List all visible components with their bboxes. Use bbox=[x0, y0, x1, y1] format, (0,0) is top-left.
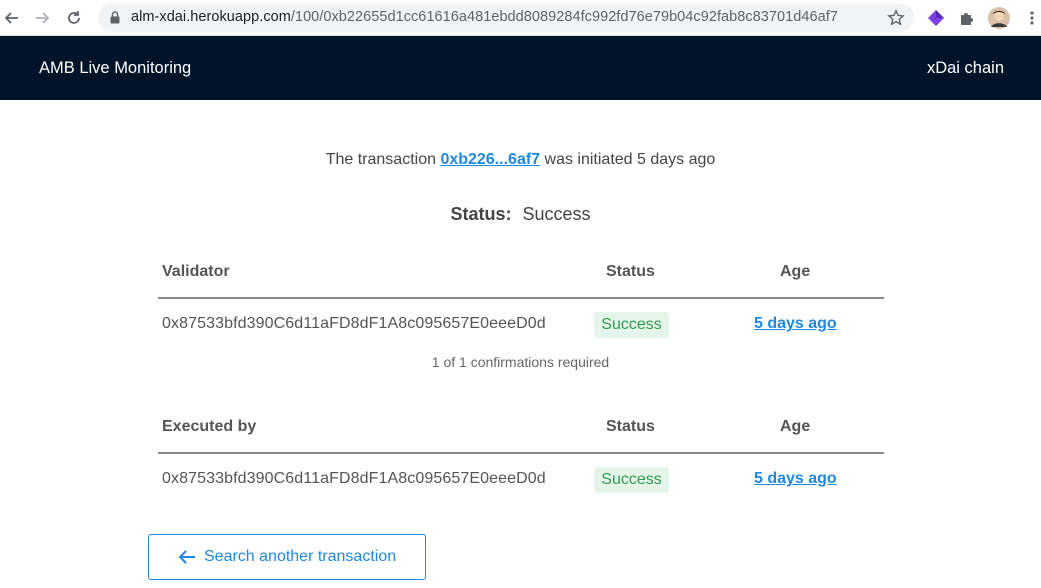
search-another-transaction-button[interactable]: Search another transaction bbox=[148, 534, 426, 580]
summary-prefix: The transaction bbox=[325, 151, 436, 168]
url-path: /100/0xb22655d1cc61616a481ebdd8089284fc9… bbox=[290, 9, 838, 25]
executor-address: 0x87533bfd390C6d11aFD8dF1A8c095657E0eeeD… bbox=[162, 470, 546, 487]
extensions-menu-button[interactable] bbox=[956, 7, 978, 29]
column-header-status: Status bbox=[606, 418, 655, 435]
search-button-label: Search another transaction bbox=[204, 548, 397, 565]
profile-button[interactable] bbox=[988, 7, 1010, 29]
status-value: Success bbox=[522, 204, 591, 224]
table-row: 0x87533bfd390C6d11aFD8dF1A8c095657E0eeeD… bbox=[158, 299, 884, 351]
status-badge: Success bbox=[594, 312, 669, 338]
column-header-executed-by: Executed by bbox=[162, 418, 257, 435]
url-host: alm-xdai.herokuapp.com bbox=[131, 9, 291, 25]
diamond-icon bbox=[928, 10, 944, 26]
table-header: Executed by Status Age bbox=[158, 410, 884, 454]
app-title[interactable]: AMB Live Monitoring bbox=[39, 59, 191, 78]
avatar bbox=[988, 7, 1010, 29]
arrow-left-icon bbox=[178, 550, 195, 564]
extension-button[interactable] bbox=[925, 7, 947, 29]
star-icon[interactable] bbox=[887, 9, 905, 27]
status-badge: Success bbox=[594, 467, 669, 493]
puzzle-icon bbox=[961, 13, 973, 25]
reload-icon bbox=[68, 11, 80, 24]
validators-table: Validator Status Age 0x87533bfd390C6d11a… bbox=[158, 255, 884, 351]
status-label: Status: bbox=[450, 204, 512, 224]
column-header-validator: Validator bbox=[162, 263, 230, 280]
reload-button[interactable] bbox=[62, 6, 86, 30]
chain-name: xDai chain bbox=[926, 59, 1004, 77]
summary-suffix: was initiated 5 days ago bbox=[544, 151, 716, 168]
app-header: AMB Live Monitoring xDai chain bbox=[0, 36, 1041, 100]
arrow-left-icon bbox=[4, 12, 18, 24]
execution-table: Executed by Status Age 0x87533bfd390C6d1… bbox=[158, 410, 884, 506]
column-header-status: Status bbox=[606, 263, 655, 280]
back-button[interactable] bbox=[0, 6, 24, 30]
confirmations-note: 1 of 1 confirmations required bbox=[431, 354, 610, 370]
forward-button[interactable] bbox=[30, 6, 54, 30]
transaction-status: Status: Success bbox=[0, 204, 1041, 225]
validator-address: 0x87533bfd390C6d11aFD8dF1A8c095657E0eeeD… bbox=[162, 315, 546, 332]
age-link[interactable]: 5 days ago bbox=[754, 315, 837, 333]
transaction-summary: The transaction 0xb226...6af7 was initia… bbox=[0, 151, 1041, 169]
table-header: Validator Status Age bbox=[158, 255, 884, 299]
transaction-hash-link[interactable]: 0xb226...6af7 bbox=[440, 151, 540, 168]
age-link[interactable]: 5 days ago bbox=[754, 470, 837, 488]
address-bar[interactable]: alm-xdai.herokuapp.com/100/0xb22655d1cc6… bbox=[98, 3, 914, 32]
column-header-age: Age bbox=[780, 418, 811, 435]
browser-menu-button[interactable] bbox=[1021, 7, 1041, 29]
url-text: alm-xdai.herokuapp.com/100/0xb22655d1cc6… bbox=[131, 9, 838, 25]
table-row: 0x87533bfd390C6d11aFD8dF1A8c095657E0eeeD… bbox=[158, 454, 884, 506]
column-header-age: Age bbox=[780, 263, 811, 280]
kebab-menu-icon bbox=[1030, 11, 1034, 25]
browser-toolbar: alm-xdai.herokuapp.com/100/0xb22655d1cc6… bbox=[0, 0, 1041, 36]
lock-icon bbox=[110, 11, 120, 24]
arrow-right-icon bbox=[36, 12, 50, 24]
